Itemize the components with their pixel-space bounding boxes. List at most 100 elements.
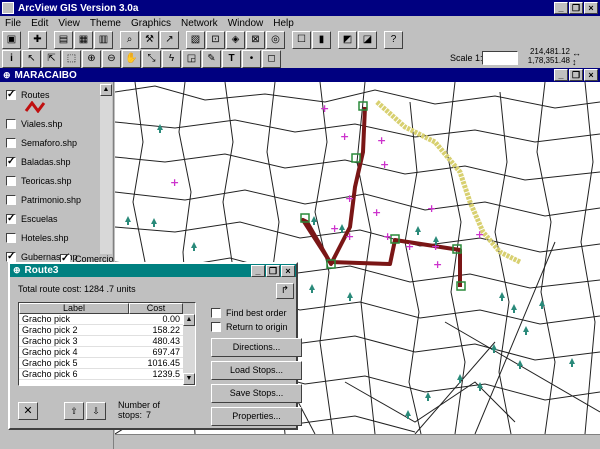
toc-checkbox[interactable] (6, 195, 16, 205)
toc-item-semaforo[interactable]: Semaforo.shp (6, 136, 77, 150)
route-direction-icon[interactable]: ↱ (276, 283, 294, 299)
area-of-interest-icon[interactable]: ◲ (182, 50, 201, 68)
return-to-origin-checkbox[interactable] (211, 322, 221, 332)
return-to-origin-option[interactable]: Return to origin (211, 322, 288, 332)
zoom-in-icon[interactable]: ⊕ (82, 50, 101, 68)
measure-icon[interactable]: ⤡ (142, 50, 161, 68)
column-header-label[interactable]: Label (19, 303, 129, 314)
toc-checkbox[interactable]: ✓ (6, 252, 16, 262)
move-stop-down-icon[interactable]: ⇩ (86, 402, 106, 420)
toc-checkbox[interactable]: ✓ (6, 157, 16, 167)
zoom-full-extent-icon[interactable]: ⊡ (206, 31, 225, 49)
menu-theme[interactable]: Theme (85, 18, 126, 29)
toc-checkbox[interactable] (6, 119, 16, 129)
app-icon[interactable] (2, 2, 14, 14)
theme-properties-icon[interactable]: ▤ (54, 31, 73, 49)
view-close-icon[interactable]: × (584, 69, 598, 81)
view-horizontal-scrollbar[interactable] (115, 434, 600, 449)
menu-file[interactable]: File (0, 18, 26, 29)
network-find-icon[interactable]: ◩ (338, 31, 357, 49)
table-row[interactable]: Gracho pick 4 697.47 (19, 347, 195, 358)
toc-item-routes[interactable]: ✓ Routes (6, 88, 50, 102)
tree-marker (499, 292, 505, 301)
menu-help[interactable]: Help (268, 18, 299, 29)
menu-edit[interactable]: Edit (26, 18, 53, 29)
toc-scrollbar[interactable]: ▲ (100, 84, 112, 254)
facility-marker: + (380, 158, 389, 171)
properties-button[interactable]: Properties... (211, 407, 302, 426)
column-header-cost[interactable]: Cost (129, 303, 183, 314)
print-icon[interactable]: ▥ (94, 31, 113, 49)
hotlink-icon[interactable]: ϟ (162, 50, 181, 68)
toc-item-viales[interactable]: Viales.shp (6, 117, 62, 131)
scroll-down-icon[interactable]: ▼ (183, 373, 195, 385)
add-theme-icon[interactable]: ✚ (28, 31, 47, 49)
table-row[interactable]: Gracho pick 0.00 (19, 314, 195, 325)
view-icon[interactable]: ⊕ (3, 70, 11, 81)
select-graphics-icon[interactable]: ▮ (312, 31, 331, 49)
open-table-icon[interactable]: ▧ (186, 31, 205, 49)
table-row[interactable]: Gracho pick 5 1016.45 (19, 358, 195, 369)
stops-table[interactable]: Label Cost Gracho pick 0.00 Gracho pick 2… (18, 302, 196, 386)
network-route-icon[interactable]: ◪ (358, 31, 377, 49)
menu-graphics[interactable]: Graphics (126, 18, 176, 29)
zoom-out-icon[interactable]: ⊖ (102, 50, 121, 68)
minimize-icon[interactable]: _ (554, 2, 568, 14)
route-dialog-maximize-icon[interactable]: ❐ (266, 264, 280, 277)
clear-selected-icon[interactable]: ☐ (292, 31, 311, 49)
toc-item-escuelas[interactable]: ✓ Escuelas (6, 212, 58, 226)
pan-icon[interactable]: ✋ (122, 50, 141, 68)
find-icon[interactable]: ⌕ (120, 31, 139, 49)
route-dialog-minimize-icon[interactable]: _ (251, 264, 265, 277)
edit-legend-icon[interactable]: ▦ (74, 31, 93, 49)
toc-checkbox[interactable]: ✓ (6, 90, 16, 100)
clear-route-icon[interactable]: ✕ (18, 402, 38, 420)
load-stops-button[interactable]: Load Stops... (211, 361, 302, 380)
toc-item-patrimonio[interactable]: Patrimonio.shp (6, 193, 81, 207)
save-stops-button[interactable]: Save Stops... (211, 384, 302, 403)
stop-label: Gracho pick 3 (22, 336, 78, 346)
zoom-selected-icon[interactable]: ⊠ (246, 31, 265, 49)
route-dialog-title-bar: ⊕ Route3 _ ❐ × (10, 264, 296, 277)
toc-item-teoricas[interactable]: Teoricas.shp (6, 174, 72, 188)
identify-icon[interactable]: i (2, 50, 21, 68)
pointer-icon[interactable]: ↖ (22, 50, 41, 68)
table-row[interactable]: Gracho pick 2 158.22 (19, 325, 195, 336)
table-row[interactable]: Gracho pick 3 480.43 (19, 336, 195, 347)
scroll-up-icon[interactable]: ▲ (183, 314, 195, 326)
text-icon[interactable]: T (222, 50, 241, 68)
table-row[interactable]: Gracho pick 6 1239.5 (19, 369, 195, 380)
locate-address-icon[interactable]: ↗ (160, 31, 179, 49)
toc-checkbox[interactable] (6, 233, 16, 243)
toc-item-hoteles[interactable]: Hoteles.shp (6, 231, 69, 245)
scale-input[interactable] (482, 51, 518, 65)
view-maximize-icon[interactable]: ❐ (569, 69, 583, 81)
directions-button[interactable]: Directions... (211, 338, 302, 357)
toc-checkbox[interactable]: ✓ (6, 214, 16, 224)
move-stop-up-icon[interactable]: ⇧ (64, 402, 84, 420)
zoom-active-theme-icon[interactable]: ◈ (226, 31, 245, 49)
label-icon[interactable]: ✎ (202, 50, 221, 68)
toc-checkbox[interactable] (6, 176, 16, 186)
help-icon[interactable]: ? (384, 31, 403, 49)
maximize-icon[interactable]: ❐ (569, 2, 583, 14)
query-builder-icon[interactable]: ⚒ (140, 31, 159, 49)
draw-point-icon[interactable]: • (242, 50, 261, 68)
close-icon[interactable]: × (584, 2, 598, 14)
stops-table-scrollbar[interactable]: ▲ ▼ (183, 314, 195, 385)
select-feature-icon[interactable]: ⬚ (62, 50, 81, 68)
menu-window[interactable]: Window (223, 18, 269, 29)
scroll-up-icon[interactable]: ▲ (100, 84, 112, 96)
toc-checkbox[interactable] (6, 138, 16, 148)
menu-view[interactable]: View (53, 18, 85, 29)
menu-network[interactable]: Network (176, 18, 223, 29)
add-stop-icon[interactable]: ◻ (262, 50, 281, 68)
toc-item-baladas[interactable]: ✓ Baladas.shp (6, 155, 71, 169)
find-best-order-option[interactable]: Find best order (211, 308, 287, 318)
zoom-previous-icon[interactable]: ◎ (266, 31, 285, 49)
view-minimize-icon[interactable]: _ (554, 69, 568, 81)
save-project-icon[interactable]: ▣ (2, 31, 21, 49)
vertex-edit-icon[interactable]: ⇱ (42, 50, 61, 68)
route-dialog-close-icon[interactable]: × (281, 264, 295, 277)
find-best-order-checkbox[interactable] (211, 308, 221, 318)
